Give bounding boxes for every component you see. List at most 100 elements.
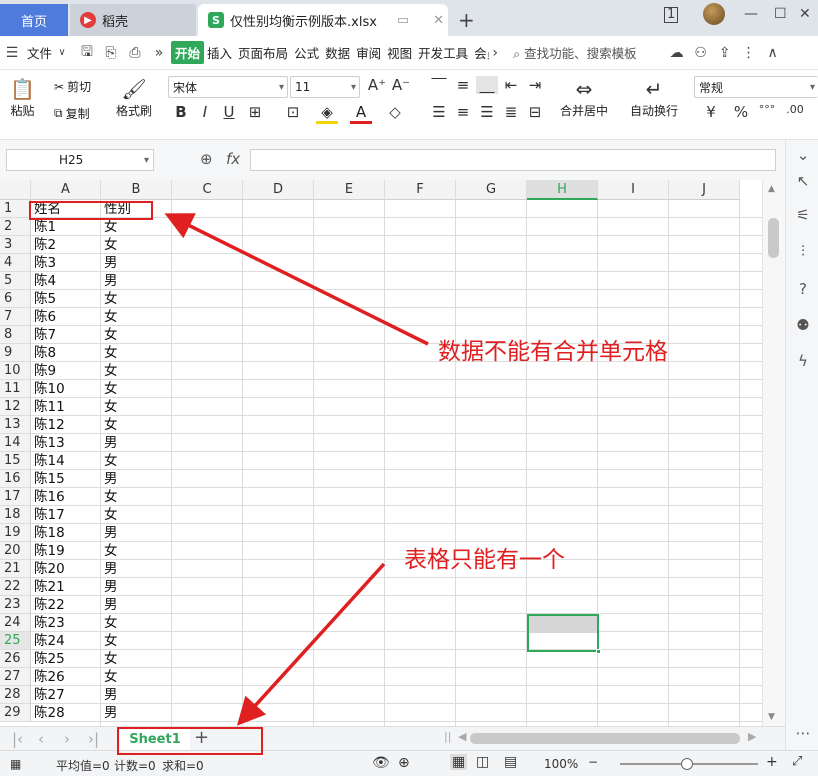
save-icon[interactable]: 🖫	[75, 41, 99, 65]
cell-b5[interactable]: 男	[101, 272, 172, 290]
cell-a5[interactable]: 陈4	[31, 272, 101, 290]
more-icon[interactable]: »	[147, 45, 171, 61]
settings-sliders-icon[interactable]: ⚟	[794, 206, 812, 224]
cell-b29[interactable]: 男	[101, 704, 172, 722]
cell-a7[interactable]: 陈6	[31, 308, 101, 326]
row-header-17[interactable]: 17	[0, 488, 31, 506]
row-header-14[interactable]: 14	[0, 434, 31, 452]
align-center-icon[interactable]: ≡	[452, 103, 474, 121]
normal-view-icon[interactable]: ▦	[450, 754, 468, 770]
cell-a11[interactable]: 陈10	[31, 380, 101, 398]
fullscreen-icon[interactable]: ⤢	[792, 754, 802, 769]
bold-icon[interactable]: B	[170, 103, 192, 121]
cell-b26[interactable]: 女	[101, 650, 172, 668]
cell-a14[interactable]: 陈13	[31, 434, 101, 452]
fill-color-icon[interactable]: ◈	[316, 103, 338, 124]
increase-font-icon[interactable]: A⁺	[366, 76, 388, 94]
menu-file[interactable]: 文件	[24, 43, 55, 62]
paste-button[interactable]: 📋 粘贴	[10, 76, 35, 119]
row-header-21[interactable]: 21	[0, 560, 31, 578]
cell-b28[interactable]: 男	[101, 686, 172, 704]
cell-b27[interactable]: 女	[101, 668, 172, 686]
cloud-icon[interactable]: ☁	[665, 45, 689, 61]
row-header-20[interactable]: 20	[0, 542, 31, 560]
decimal-icon[interactable]: .00	[784, 103, 806, 116]
chevron-right-icon[interactable]: ›	[489, 45, 501, 61]
row-header-9[interactable]: 9	[0, 344, 31, 362]
cell-b4[interactable]: 男	[101, 254, 172, 272]
cell-b21[interactable]: 男	[101, 560, 172, 578]
decrease-font-icon[interactable]: A⁻	[390, 76, 412, 94]
cell-b16[interactable]: 男	[101, 470, 172, 488]
cell-b14[interactable]: 男	[101, 434, 172, 452]
next-sheet-icon[interactable]: ›	[64, 730, 70, 748]
cell-a13[interactable]: 陈12	[31, 416, 101, 434]
column-header-c[interactable]: C	[172, 180, 243, 200]
row-header-24[interactable]: 24	[0, 614, 31, 632]
cell-a4[interactable]: 陈3	[31, 254, 101, 272]
vertical-scrollbar[interactable]: ▲ ▼	[762, 180, 785, 726]
sheet-tab-sheet1[interactable]: Sheet1	[120, 727, 190, 751]
row-header-22[interactable]: 22	[0, 578, 31, 596]
percent-icon[interactable]: %	[730, 103, 752, 121]
column-header-g[interactable]: G	[456, 180, 527, 200]
filter-icon[interactable]: ⫶	[794, 242, 812, 260]
search-box[interactable]: ⌕ 查找功能、搜索模板	[513, 43, 637, 62]
row-header-23[interactable]: 23	[0, 596, 31, 614]
align-top-icon[interactable]: ⎺	[428, 76, 450, 94]
row-header-16[interactable]: 16	[0, 470, 31, 488]
row-header-29[interactable]: 29	[0, 704, 31, 722]
fill-style-icon[interactable]: ⊡	[282, 103, 304, 121]
row-header-26[interactable]: 26	[0, 650, 31, 668]
cell-b1[interactable]: 性别	[101, 200, 172, 218]
cell-b7[interactable]: 女	[101, 308, 172, 326]
menu-member[interactable]: 会员	[471, 43, 489, 62]
row-header-12[interactable]: 12	[0, 398, 31, 416]
row-header-28[interactable]: 28	[0, 686, 31, 704]
justify-icon[interactable]: ≣	[500, 103, 522, 121]
active-cell-cursor[interactable]	[527, 614, 599, 652]
cell-a24[interactable]: 陈23	[31, 614, 101, 632]
select-all-corner[interactable]	[0, 180, 31, 200]
cell-a3[interactable]: 陈2	[31, 236, 101, 254]
page-layout-view-icon[interactable]: ◫	[476, 754, 489, 770]
add-tab-button[interactable]: +	[458, 8, 475, 32]
cell-b13[interactable]: 女	[101, 416, 172, 434]
number-format-select[interactable]: 常规	[694, 76, 818, 98]
avatar[interactable]	[703, 3, 725, 25]
fill-handle[interactable]	[596, 649, 601, 654]
column-header-b[interactable]: B	[101, 180, 172, 200]
cell-a26[interactable]: 陈25	[31, 650, 101, 668]
eye-protection-icon[interactable]: 👁	[372, 755, 390, 771]
minimize-icon[interactable]: —	[744, 6, 758, 22]
row-header-7[interactable]: 7	[0, 308, 31, 326]
sheet-status-icon[interactable]: ▦	[10, 757, 21, 771]
cell-b19[interactable]: 男	[101, 524, 172, 542]
row-header-11[interactable]: 11	[0, 380, 31, 398]
menu-insert[interactable]: 插入	[204, 43, 235, 62]
zoom-in-icon[interactable]: +	[766, 754, 778, 770]
vertical-scroll-thumb[interactable]	[768, 218, 779, 258]
cell-a27[interactable]: 陈26	[31, 668, 101, 686]
cell-a22[interactable]: 陈21	[31, 578, 101, 596]
copy-button[interactable]: ⧉ 复制	[54, 105, 90, 122]
row-header-15[interactable]: 15	[0, 452, 31, 470]
menu-review[interactable]: 审阅	[353, 43, 384, 62]
align-right-icon[interactable]: ☰	[476, 103, 498, 121]
menu-start[interactable]: 开始	[171, 41, 205, 64]
prev-sheet-icon[interactable]: ‹	[38, 730, 44, 748]
cell-a9[interactable]: 陈8	[31, 344, 101, 362]
formula-input[interactable]	[250, 149, 776, 171]
cell-a21[interactable]: 陈20	[31, 560, 101, 578]
align-left-icon[interactable]: ☰	[428, 103, 450, 121]
tab-document[interactable]: S 仅性别均衡示例版本.xlsx ▭ ✕	[198, 4, 448, 36]
help-icon[interactable]: ?	[794, 280, 812, 298]
cell-a17[interactable]: 陈16	[31, 488, 101, 506]
crosshair-icon[interactable]: ⊕	[398, 755, 410, 771]
currency-icon[interactable]: ¥	[700, 103, 722, 121]
italic-icon[interactable]: I	[194, 103, 216, 121]
cell-a6[interactable]: 陈5	[31, 290, 101, 308]
monitor-icon[interactable]: ▭	[393, 13, 413, 28]
zoom-out-icon[interactable]: −	[588, 755, 598, 769]
cell-a12[interactable]: 陈11	[31, 398, 101, 416]
